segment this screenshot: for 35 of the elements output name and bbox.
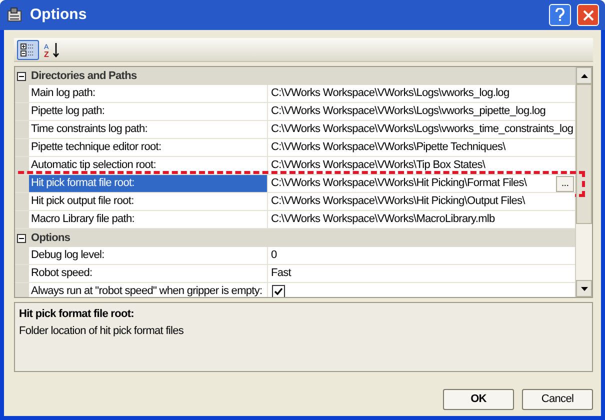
property-label[interactable]: Main log path: (29, 85, 268, 102)
collapse-icon[interactable] (17, 234, 26, 242)
property-label[interactable]: Debug log level: (29, 247, 268, 264)
property-label[interactable]: Hit pick output file root: (29, 193, 268, 210)
collapse-icon[interactable] (17, 72, 26, 80)
help-button[interactable] (549, 4, 571, 26)
browse-button[interactable]: ... (556, 176, 574, 192)
category-header[interactable]: Directories and Paths (28, 68, 137, 84)
toolbar-button[interactable] (17, 40, 39, 60)
description-title: Hit pick format file root: (19, 307, 135, 322)
checkmark-icon (274, 287, 283, 296)
help-icon (555, 8, 565, 22)
scroll-up-icon (580, 74, 588, 78)
description-text: Folder location of hit pick format files (19, 324, 185, 338)
property-label[interactable]: Pipette technique editor root: (29, 139, 268, 156)
property-label[interactable]: Always run at "robot speed" when gripper is empty: (29, 283, 268, 297)
dialog-button[interactable]: Cancel (522, 389, 593, 410)
property-label[interactable]: Robot speed: (29, 265, 268, 282)
property-label[interactable]: Macro Library file path: (29, 211, 268, 228)
categorized-icon (20, 42, 36, 58)
app-icon (6, 7, 24, 23)
property-value[interactable]: Fast (271, 265, 291, 282)
property-value[interactable]: C:\VWorks Workspace\VWorks\Hit Picking\Format Files\ (271, 175, 527, 192)
category-header[interactable]: Options (28, 230, 70, 246)
property-label[interactable]: Pipette log path: (29, 103, 268, 120)
dialog-button[interactable]: OK (443, 389, 514, 410)
checkbox[interactable] (272, 285, 285, 297)
scroll-down-icon (580, 286, 588, 290)
property-value[interactable]: 0 (271, 247, 277, 264)
window-title: Options (30, 4, 87, 25)
property-label[interactable]: Hit pick format file root: (29, 175, 268, 192)
close-button[interactable] (577, 4, 599, 26)
scrollbar[interactable] (575, 67, 592, 297)
close-icon (582, 10, 594, 20)
property-label[interactable]: Time constraints log path: (29, 121, 268, 138)
